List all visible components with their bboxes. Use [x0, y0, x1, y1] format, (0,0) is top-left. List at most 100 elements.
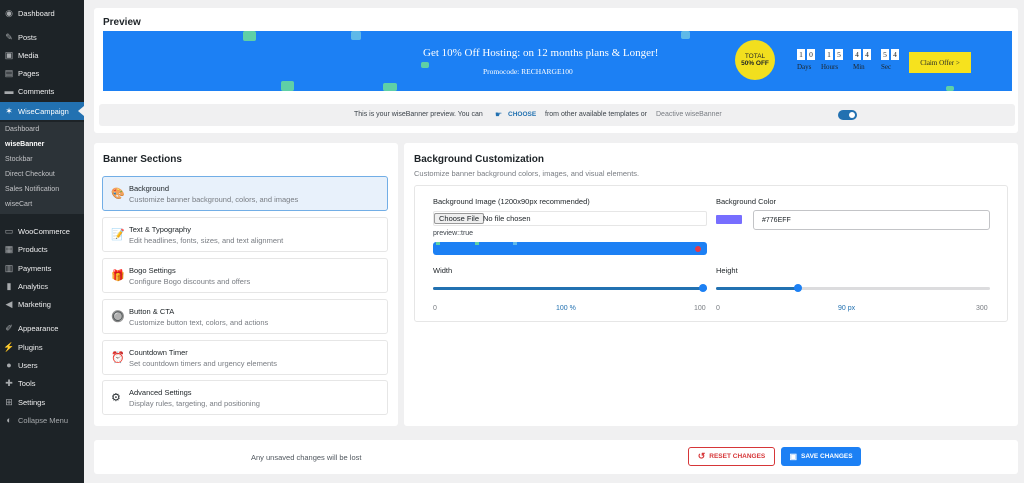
comments-icon: ▬ [4, 86, 14, 96]
choose-file-button[interactable]: Choose File [434, 213, 485, 224]
banner-preview: Get 10% Off Hosting: on 12 months plans … [103, 31, 1012, 91]
submenu-item-dashboard[interactable]: Dashboard [5, 126, 39, 133]
menu-item-users[interactable]: ● Users [0, 356, 84, 374]
gift-icon: 🎁 [111, 270, 125, 282]
banner-decoration [281, 81, 294, 91]
color-hex-input[interactable]: #776EFF [753, 210, 990, 230]
menu-item-posts[interactable]: ✎ Posts [0, 28, 84, 46]
section-title: Background [129, 184, 170, 193]
color-swatch[interactable] [716, 215, 742, 224]
menu-item-wisecampaign[interactable]: ✶ WiseCampaign [0, 102, 84, 120]
section-bogo-settings[interactable]: 🎁 Bogo Settings Configure Bogo discounts… [102, 258, 388, 293]
menu-item-appearance[interactable]: ✐ Appearance [0, 319, 84, 337]
menu-label: Comments [18, 86, 55, 96]
width-label: Width [433, 266, 453, 275]
menu-item-collapse[interactable]: ◐ Collapse Menu [0, 411, 84, 429]
menu-item-pages[interactable]: ▤ Pages [0, 64, 84, 82]
palette-icon: 🎨 [111, 188, 125, 200]
remove-image-icon[interactable] [695, 246, 701, 252]
submenu-item-sales-notification[interactable]: Sales Notification [5, 186, 59, 193]
countdown-label-min: Min [853, 63, 865, 71]
reset-changes-button[interactable]: ↺ RESET CHANGES [688, 447, 775, 466]
countdown-digit: 1 [825, 49, 833, 60]
pin-icon: ✎ [5, 31, 13, 42]
menu-label: Pages [18, 68, 40, 78]
section-title: Bogo Settings [129, 266, 176, 275]
section-title: Advanced Settings [129, 388, 192, 397]
menu-item-products[interactable]: ▦ Products [0, 240, 84, 258]
admin-sidebar: ◉ Dashboard ✎ Posts ▣ Media ▤ Pages ▬ Comment… [0, 0, 84, 483]
menu-item-media[interactable]: ▣ Media [0, 46, 84, 64]
width-min: 0 [433, 305, 437, 312]
width-value: 100 % [556, 305, 576, 312]
menu-label: WooCommerce [18, 226, 70, 236]
banner-decoration [946, 86, 954, 91]
users-icon: ● [6, 360, 12, 370]
customization-subtitle: Customize banner background colors, imag… [414, 169, 640, 178]
thumbnail-decoration [436, 242, 440, 245]
menu-item-tools[interactable]: ✚ Tools [0, 374, 84, 392]
products-icon: ▦ [4, 243, 14, 254]
section-desc: Set countdown timers and urgency element… [129, 359, 277, 368]
no-file-text: No file chosen [483, 214, 531, 223]
submenu-item-direct-checkout[interactable]: Direct Checkout [5, 171, 55, 178]
section-desc: Customize button text, colors, and actio… [129, 318, 269, 327]
menu-label: Appearance [18, 323, 59, 333]
pages-icon: ▤ [4, 67, 14, 78]
plugins-icon: ⚡ [3, 341, 15, 352]
menu-label: Users [18, 360, 38, 370]
button-icon: 🔘 [111, 311, 125, 323]
customization-title: Background Customization [414, 154, 545, 165]
claim-offer-button[interactable]: Claim Offer > [909, 52, 971, 73]
submenu-item-stockbar[interactable]: Stockbar [5, 156, 33, 163]
settings-icon: ⊞ [5, 396, 13, 407]
save-changes-button[interactable]: ▣ SAVE CHANGES [781, 447, 861, 466]
section-button-cta[interactable]: 🔘 Button & CTA Customize button text, co… [102, 299, 388, 334]
width-slider-thumb[interactable] [699, 284, 707, 292]
menu-item-comments[interactable]: ▬ Comments [0, 82, 84, 100]
menu-label: Products [18, 244, 48, 254]
banner-active-toggle[interactable] [838, 110, 857, 120]
height-value: 90 px [838, 305, 856, 312]
menu-label: Posts [18, 32, 37, 42]
height-slider-thumb[interactable] [794, 284, 802, 292]
marketing-icon: ◀ [5, 298, 13, 309]
height-label: Height [716, 266, 738, 275]
height-slider-track[interactable] [716, 284, 990, 292]
menu-item-payments[interactable]: ▥ Payments [0, 259, 84, 277]
section-advanced-settings[interactable]: ⚙ Advanced Settings Display rules, targe… [102, 380, 388, 415]
height-max: 300 [976, 305, 988, 312]
countdown-digit: 5 [881, 49, 889, 60]
campaign-icon: ✶ [5, 105, 13, 116]
section-desc: Configure Bogo discounts and offers [129, 277, 251, 286]
menu-item-woocommerce[interactable]: ▭ WooCommerce [0, 222, 84, 240]
section-countdown-timer[interactable]: ⏰ Countdown Timer Set countdown timers a… [102, 340, 388, 375]
menu-label: Media [18, 50, 39, 60]
badge-bottom: 50% OFF [741, 60, 769, 67]
banner-sections-title: Banner Sections [103, 154, 182, 165]
current-menu-arrow [78, 106, 84, 116]
menu-item-settings[interactable]: ⊞ Settings [0, 393, 84, 411]
menu-item-marketing[interactable]: ◀ Marketing [0, 295, 84, 313]
countdown-digit: 4 [891, 49, 899, 60]
banner-promocode: Promocode: RECHARGE100 [483, 67, 573, 76]
info-text: This is your wiseBanner preview. You can [354, 111, 483, 118]
menu-item-dashboard[interactable]: ◉ Dashboard [0, 4, 84, 22]
menu-label: Tools [18, 378, 36, 388]
countdown-label-days: Days [797, 63, 812, 71]
submenu-item-wisebanner[interactable]: wiseBanner [5, 141, 44, 148]
width-slider-track[interactable] [433, 284, 707, 292]
countdown-digit: 0 [807, 49, 815, 60]
menu-item-analytics[interactable]: ▮ Analytics [0, 277, 84, 295]
submenu-item-wisecart[interactable]: wiseCart [5, 201, 32, 208]
menu-label: Settings [18, 397, 46, 407]
section-background[interactable]: 🎨 Background Customize banner background… [102, 176, 388, 211]
banner-decoration [383, 83, 397, 91]
reset-icon: ↺ [697, 451, 706, 461]
height-slider-fill [716, 287, 798, 290]
preview-info-bar: This is your wiseBanner preview. You can… [99, 104, 1015, 126]
menu-item-plugins[interactable]: ⚡ Plugins [0, 338, 84, 356]
collapse-icon: ◐ [6, 415, 12, 425]
choose-template-link[interactable]: CHOOSE [508, 111, 536, 118]
section-text-typography[interactable]: 📝 Text & Typography Edit headlines, font… [102, 217, 388, 252]
